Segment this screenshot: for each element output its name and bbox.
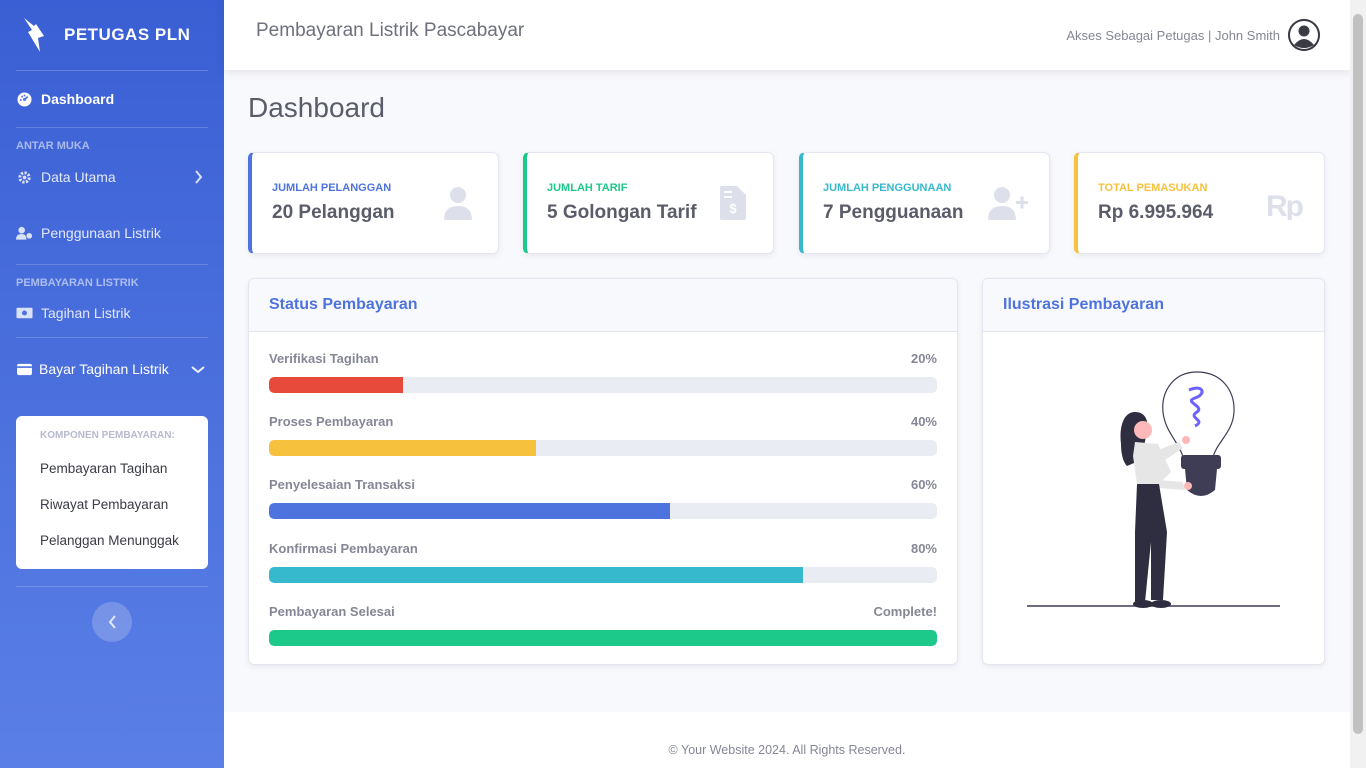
sidebar: PETUGAS PLN Dashboard ANTAR MUKA Data Ut… — [0, 0, 224, 768]
submenu-heading: KOMPONEN PEMBAYARAN: — [40, 430, 175, 441]
woman-lightbulb-illustration — [1027, 371, 1280, 608]
page-title: Dashboard — [248, 92, 385, 123]
progress-value: 20% — [910, 351, 937, 366]
progress-track — [269, 567, 937, 583]
sidebar-toggle-button[interactable] — [92, 602, 132, 642]
user-plus-icon — [987, 183, 1031, 223]
progress-fill — [269, 503, 670, 519]
stat-card-tarif: JUMLAH TARIF 5 Golongan Tarif $ — [523, 152, 774, 254]
progress-item: Proses Pembayaran 40% — [269, 414, 937, 456]
svg-text:$: $ — [729, 201, 737, 216]
status-card: Status Pembayaran Verifikasi Tagihan 20% … — [248, 278, 958, 665]
progress-item: Penyelesaian Transaksi 60% — [269, 477, 937, 519]
money-bill-icon — [16, 305, 33, 322]
chevron-left-icon — [108, 615, 116, 629]
submenu-item-riwayat-pembayaran[interactable]: Riwayat Pembayaran — [16, 486, 208, 522]
sidebar-item-label: Penggunaan Listrik — [41, 225, 161, 241]
sidebar-divider — [16, 586, 208, 587]
rupiah-icon: Rp — [1262, 183, 1306, 223]
chevron-down-icon — [186, 365, 210, 374]
sidebar-item-penggunaan[interactable]: Penggunaan Listrik — [0, 202, 224, 264]
progress-value: 60% — [910, 477, 937, 492]
scrollbar-thumb[interactable] — [1353, 14, 1363, 734]
progress-fill — [269, 377, 403, 393]
progress-fill — [269, 440, 537, 456]
sidebar-item-label: Tagihan Listrik — [41, 305, 131, 321]
user-text: Akses Sebagai Petugas | John Smith — [1066, 27, 1280, 43]
gear-icon — [16, 169, 33, 186]
stat-label: JUMLAH PENGGUNAAN — [823, 182, 952, 194]
progress-label: Konfirmasi Pembayaran — [269, 541, 418, 556]
sidebar-item-label: Dashboard — [41, 91, 115, 107]
progress-label: Pembayaran Selesai — [269, 604, 395, 619]
progress-item: Verifikasi Tagihan 20% — [269, 351, 937, 393]
progress-fill — [269, 630, 937, 646]
stat-card-penggunaan: JUMLAH PENGGUNAAN 7 Pengguanaan — [799, 152, 1050, 254]
progress-track — [269, 440, 937, 456]
sidebar-item-dashboard[interactable]: Dashboard — [0, 71, 224, 127]
progress-label: Penyelesaian Transaksi — [269, 477, 415, 492]
sidebar-item-label: Bayar Tagihan Listrik — [39, 361, 169, 377]
stat-value: 7 Pengguanaan — [823, 202, 964, 223]
illustration-card: Ilustrasi Pembayaran — [982, 278, 1325, 665]
footer: © Your Website 2024. All Rights Reserved… — [224, 712, 1350, 768]
status-card-title: Status Pembayaran — [249, 279, 957, 332]
progress-item: Konfirmasi Pembayaran 80% — [269, 541, 937, 583]
footer-copyright: © Your Website 2024. All Rights Reserved… — [668, 743, 906, 757]
illustration-card-title: Ilustrasi Pembayaran — [983, 279, 1324, 332]
sidebar-item-bayar[interactable]: Bayar Tagihan Listrik — [0, 338, 224, 400]
sidebar-brand[interactable]: PETUGAS PLN — [0, 0, 224, 70]
tachometer-icon — [16, 91, 33, 108]
invoice-dollar-icon: $ — [711, 183, 755, 223]
stat-label: TOTAL PEMASUKAN — [1098, 182, 1208, 194]
bolt-icon — [24, 18, 44, 52]
stat-card-pelanggan: JUMLAH PELANGGAN 20 Pelanggan — [248, 152, 499, 254]
stat-value: Rp 6.995.964 — [1098, 202, 1214, 223]
stat-card-pemasukan: TOTAL PEMASUKAN Rp 6.995.964 Rp — [1074, 152, 1325, 254]
progress-value: 80% — [910, 541, 937, 556]
payment-submenu: KOMPONEN PEMBAYARAN: Pembayaran Tagihan … — [16, 416, 208, 569]
progress-track — [269, 503, 937, 519]
svg-text:Rp: Rp — [1266, 190, 1304, 220]
stat-value: 20 Pelanggan — [272, 202, 395, 223]
progress-value: Complete! — [873, 604, 937, 619]
progress-fill — [269, 567, 804, 583]
stat-label: JUMLAH PELANGGAN — [272, 182, 392, 194]
stat-label: JUMLAH TARIF — [547, 182, 628, 194]
sidebar-item-label: Data Utama — [41, 169, 116, 185]
chevron-right-icon — [186, 170, 210, 184]
user-icon — [436, 183, 480, 223]
progress-label: Verifikasi Tagihan — [269, 351, 379, 366]
scrollbar[interactable] — [1350, 0, 1366, 768]
sidebar-item-data-utama[interactable]: Data Utama — [0, 152, 224, 202]
stat-value: 5 Golongan Tarif — [547, 202, 697, 223]
brand-text: PETUGAS PLN — [64, 25, 191, 44]
progress-track — [269, 630, 937, 646]
wallet-icon — [16, 361, 33, 378]
sidebar-heading-interface: ANTAR MUKA — [16, 140, 90, 152]
topbar: Pembayaran Listrik Pascabayar Akses Seba… — [224, 0, 1350, 70]
user-dropdown[interactable]: Akses Sebagai Petugas | John Smith — [1066, 19, 1320, 51]
progress-label: Proses Pembayaran — [269, 414, 394, 429]
avatar-icon — [1288, 19, 1320, 51]
progress-track — [269, 377, 937, 393]
submenu-item-pelanggan-menunggak[interactable]: Pelanggan Menunggak — [16, 522, 208, 558]
progress-item: Pembayaran Selesai Complete! — [269, 604, 937, 646]
submenu-item-pembayaran-tagihan[interactable]: Pembayaran Tagihan — [16, 450, 208, 486]
topbar-title: Pembayaran Listrik Pascabayar — [256, 20, 525, 41]
progress-value: 40% — [910, 414, 937, 429]
user-cog-icon — [16, 225, 33, 242]
sidebar-item-tagihan[interactable]: Tagihan Listrik — [0, 289, 224, 337]
sidebar-heading-payment: PEMBAYARAN LISTRIK — [16, 277, 139, 289]
